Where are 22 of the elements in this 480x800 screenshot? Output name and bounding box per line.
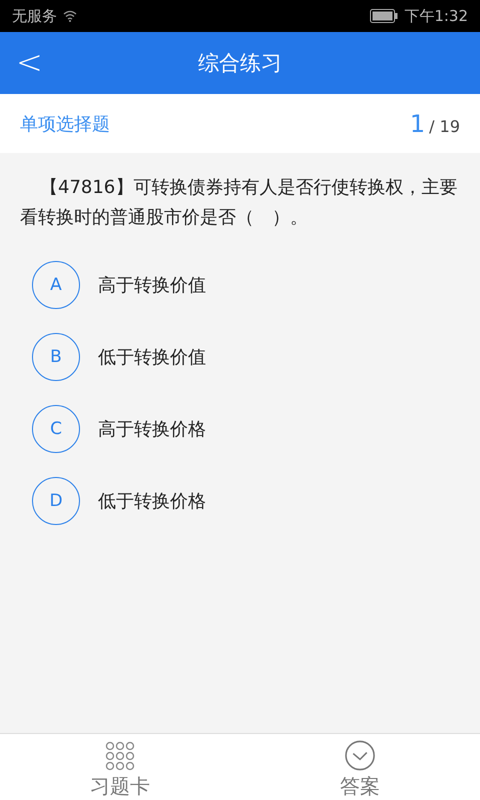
option-text[interactable]: 高于转换价格: [98, 417, 206, 441]
total-count: / 19: [429, 116, 460, 136]
battery-icon: [370, 9, 398, 23]
back-button[interactable]: <: [10, 44, 49, 80]
option-letter[interactable]: C: [32, 405, 80, 453]
answer-tab[interactable]: 答案: [240, 734, 480, 800]
question-text: 【47816】可转换债券持有人是否行使转换权，主要看转换时的普通股市价是否（ ）。: [19, 176, 458, 230]
carrier-text: 无服务: [12, 6, 57, 26]
question-type: 单项选择题: [20, 112, 110, 136]
current-number: 1: [410, 110, 426, 138]
grid-icon: [105, 741, 135, 771]
option-letter[interactable]: A: [32, 261, 80, 309]
option-letter[interactable]: D: [32, 477, 80, 525]
clock-text: 下午1:32: [404, 6, 468, 26]
option-text[interactable]: 高于转换价值: [98, 273, 206, 297]
option-text[interactable]: 低于转换价值: [98, 345, 206, 369]
question-card-tab[interactable]: 习题卡: [0, 734, 240, 800]
option-letter[interactable]: B: [32, 333, 80, 381]
check-circle-icon: [344, 740, 376, 771]
option-text[interactable]: 低于转换价格: [98, 489, 206, 513]
wifi-icon: [63, 10, 77, 22]
page-title: 综合练习: [198, 50, 282, 77]
